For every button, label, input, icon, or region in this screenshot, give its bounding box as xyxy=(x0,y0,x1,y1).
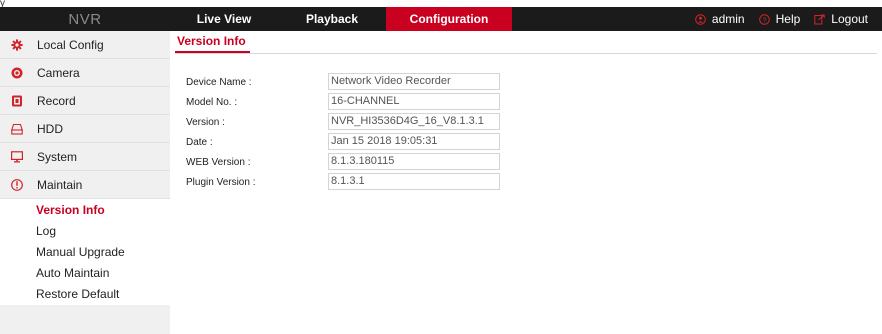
hdd-icon xyxy=(11,123,23,135)
record-icon xyxy=(11,95,23,107)
sidebar-item-system[interactable]: System xyxy=(0,143,170,171)
top-navigation-bar: NVR Live View Playback Configuration adm… xyxy=(0,7,882,31)
nav-playback[interactable]: Playback xyxy=(278,7,386,31)
device-name-field: Network Video Recorder xyxy=(328,73,500,90)
submenu-auto-maintain[interactable]: Auto Maintain xyxy=(0,263,170,284)
help-label: Help xyxy=(775,12,801,26)
tab-version-info[interactable]: Version Info xyxy=(175,31,250,53)
sidebar-item-label: HDD xyxy=(37,121,63,136)
help-icon: ? xyxy=(758,13,770,25)
field-label: Plugin Version : xyxy=(186,177,256,188)
tab-bar: Version Info xyxy=(175,31,877,54)
user-name: admin xyxy=(711,12,745,26)
field-label: Version : xyxy=(186,117,225,128)
monitor-icon xyxy=(11,151,24,163)
brand-logo: NVR xyxy=(68,10,102,28)
sidebar-item-label: Local Config xyxy=(37,37,104,52)
user-controls: admin ? Help Logout xyxy=(695,7,882,31)
sidebar-item-camera[interactable]: Camera xyxy=(0,59,170,87)
user-menu[interactable]: admin xyxy=(695,12,745,26)
nav-configuration[interactable]: Configuration xyxy=(386,7,512,31)
user-icon xyxy=(695,13,706,25)
submenu-log[interactable]: Log xyxy=(0,221,170,242)
logout-label: Logout xyxy=(831,12,868,26)
sidebar-item-record[interactable]: Record xyxy=(0,87,170,115)
svg-text:?: ? xyxy=(762,15,766,24)
model-no-field: 16-CHANNEL xyxy=(328,93,500,110)
help-link[interactable]: ? Help xyxy=(758,12,801,26)
sidebar-item-local-config[interactable]: Local Config xyxy=(0,31,170,59)
logout-link[interactable]: Logout xyxy=(814,12,868,26)
submenu-manual-upgrade[interactable]: Manual Upgrade xyxy=(0,242,170,263)
gear-icon xyxy=(11,39,23,51)
main-content: Version Info Device Name : Network Video… xyxy=(170,31,882,334)
sidebar-item-label: Maintain xyxy=(37,177,83,192)
logout-icon xyxy=(814,14,825,25)
info-icon xyxy=(11,179,23,191)
sidebar-item-label: Camera xyxy=(37,65,80,80)
sidebar-item-hdd[interactable]: HDD xyxy=(0,115,170,143)
maintain-submenu: Version Info Log Manual Upgrade Auto Mai… xyxy=(0,199,170,305)
field-label: Date : xyxy=(186,137,213,148)
sidebar: Local Config Camera Record HDD System Ma… xyxy=(0,31,170,334)
submenu-version-info[interactable]: Version Info xyxy=(0,200,170,221)
web-version-field: 8.1.3.180115 xyxy=(328,153,500,170)
sidebar-item-label: Record xyxy=(37,93,76,108)
nav-live-view[interactable]: Live View xyxy=(170,7,278,31)
field-label: Model No. : xyxy=(186,97,238,108)
field-label: Device Name : xyxy=(186,77,252,88)
date-field: Jan 15 2018 19:05:31 xyxy=(328,133,500,150)
version-field: NVR_HI3536D4G_16_V8.1.3.1 xyxy=(328,113,500,130)
submenu-restore-default[interactable]: Restore Default xyxy=(0,284,170,305)
camera-icon xyxy=(11,67,23,79)
plugin-version-field: 8.1.3.1 xyxy=(328,173,500,190)
sidebar-item-maintain[interactable]: Maintain xyxy=(0,171,170,199)
sidebar-item-label: System xyxy=(37,149,78,164)
field-label: WEB Version : xyxy=(186,157,251,168)
corner-mark: y xyxy=(0,0,5,9)
